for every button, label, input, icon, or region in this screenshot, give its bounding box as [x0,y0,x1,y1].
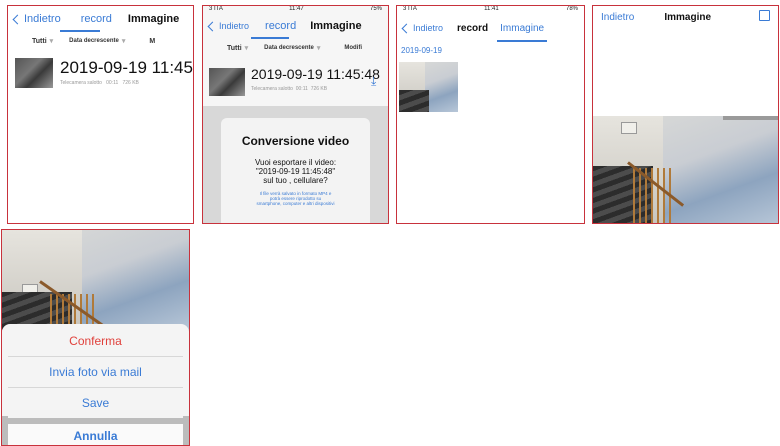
dropdown-icon: ▾ [316,45,321,52]
full-image[interactable] [593,116,778,223]
tab-record[interactable]: record [265,20,296,32]
nav-bar: Indietro record Immagine [203,15,388,37]
dropdown-icon: ▾ [244,45,249,52]
record-duration: 00:11 [295,86,308,92]
cancel-label: Annulla [73,429,118,443]
dialog-message-line3: sul tuo , cellulare? [263,176,328,185]
screen-action-sheet: Conferma Invia foto via mail Save Annull… [1,229,190,446]
record-date[interactable]: 2019-09-19 11:45:48 [60,58,193,78]
record-size: 726 KB [310,86,328,92]
save-label: Save [81,396,110,410]
back-button[interactable]: Indietro [601,12,634,23]
tab-record[interactable]: record [81,13,112,25]
download-icon[interactable]: ⤓ [371,74,376,89]
record-date[interactable]: 2019-09-19 11:45:48 [251,66,380,82]
record-camera: Telecamera salotto [251,86,293,92]
dialog-note-line3: smartphone, computer e altri dispositivi [256,201,335,206]
active-tab-indicator [60,30,100,32]
battery-label: 78% [565,6,578,12]
dropdown-icon: ▾ [121,38,126,45]
record-meta: Telecamera salotto 00:11 726 KB [251,86,327,92]
record-size: 726 KB [122,80,139,86]
clock-label: 11:47 [289,6,304,12]
filter-bar: Tutti ▾ Data decrescente ▾ Modifi [203,44,388,53]
battery-label: 75% [369,6,382,12]
back-button[interactable]: Indietro [24,13,61,25]
active-tab-indicator [251,37,289,39]
video-thumbnail[interactable] [15,58,53,88]
confirm-button[interactable]: Conferma [8,326,183,356]
back-chevron-icon[interactable] [207,21,218,31]
back-button[interactable]: Indietro [219,21,249,31]
page-title: Immagine [664,11,712,23]
status-bar: 3 ITA 11:41 78% [397,6,584,15]
screen-image-viewer: Indietro Immagine [592,5,779,224]
date-header: 2019-09-19 [401,46,442,55]
filter-bar: Tutti ▾ Data decrescente ▾ M [8,37,193,46]
tab-image[interactable]: Immagine [500,23,544,34]
tab-record[interactable]: record [457,23,488,34]
image-thumbnail[interactable] [399,62,458,112]
cancel-button[interactable]: Annulla [8,424,183,445]
record-duration: 00:11 [106,80,119,86]
conversion-dialog: Conversione video Vuoi esportare il vide… [221,118,370,223]
nav-bar: Indietro record Immagine [397,17,584,39]
tab-image[interactable]: Immagine [128,13,179,25]
record-camera: Telecamera salotto [60,80,102,86]
back-button[interactable]: Indietro [413,23,443,33]
background-image [2,230,189,330]
status-bar: 3 ITA 11:47 75% [203,6,388,15]
back-chevron-icon[interactable] [12,14,23,24]
edit-icon[interactable] [759,10,770,21]
tab-image[interactable]: Immagine [310,20,361,32]
filter-sort[interactable]: Data decrescente [264,45,314,51]
clock-label: 11:41 [484,6,499,12]
edit-button[interactable]: Modifi [344,45,362,51]
screen-conversion-dialog: 3 ITA 11:47 75% Indietro record Immagine… [202,5,389,224]
back-chevron-icon[interactable] [401,23,412,33]
filter-sort[interactable]: Data decrescente [69,38,119,44]
dialog-message-line1: Vuoi esportare il video: [254,158,337,167]
nav-bar: Indietro Immagine [593,6,778,28]
carrier-label: 3 ITA [209,6,223,12]
send-mail-button[interactable]: Invia foto via mail [8,357,183,387]
edit-button[interactable]: M [149,38,155,45]
filter-all[interactable]: Tutti [32,38,47,45]
dropdown-icon: ▾ [49,38,54,45]
dialog-message-line2: "2019-09-19 11:45:48" [255,167,336,176]
screen-record-list: Indietro record Immagine Tutti ▾ Data de… [7,5,194,224]
screen-image-gallery: 3 ITA 11:41 78% Indietro record Immagine… [396,5,585,224]
send-mail-label: Invia foto via mail [49,365,142,379]
video-thumbnail[interactable] [209,68,245,96]
nav-bar: Indietro record Immagine [8,8,193,30]
record-meta: Telecamera salotto 00:11 726 KB [60,80,139,86]
carrier-label: 3 ITA [403,6,417,12]
save-button[interactable]: Save [8,388,183,418]
filter-all[interactable]: Tutti [227,45,242,52]
active-tab-indicator [497,40,547,42]
dialog-title: Conversione video [241,134,350,148]
confirm-label: Conferma [69,334,122,348]
